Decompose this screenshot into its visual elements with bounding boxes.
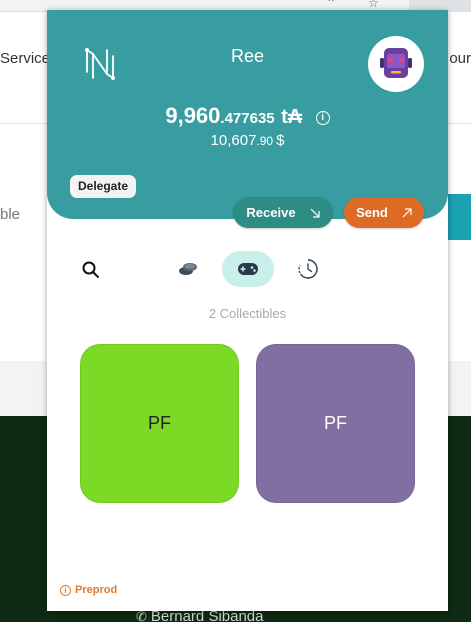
account-avatar[interactable] xyxy=(368,36,424,92)
info-icon[interactable]: i xyxy=(315,111,330,125)
collectible-card[interactable]: PF xyxy=(80,344,239,503)
arrow-down-right-icon xyxy=(310,208,320,218)
site-body-text: ble xyxy=(0,206,21,223)
fiat-currency-symbol: $ xyxy=(276,132,285,149)
balance-currency-symbol: t₳ xyxy=(281,106,303,128)
clock-icon xyxy=(298,259,318,279)
balance-integer: 9,960 xyxy=(165,103,221,128)
wallet-popup: Ree 9,960.477635 t₳ i 10,607.90 $ Delegat… xyxy=(47,10,448,611)
tab-activity[interactable] xyxy=(290,251,326,287)
balance-decimal: .477635 xyxy=(220,110,275,127)
balance-display: 9,960.477635 t₳ i xyxy=(47,103,448,129)
collectible-label: PF xyxy=(147,413,171,433)
bookmark-icon[interactable]: ⌃ xyxy=(326,0,336,10)
send-button[interactable]: Send xyxy=(344,197,424,228)
collectibles-count: 2 Collectibles xyxy=(208,306,287,321)
send-label: Send xyxy=(356,205,388,220)
site-cta-button[interactable] xyxy=(445,194,471,240)
receive-label: Receive xyxy=(246,205,296,220)
nav-link-tour[interactable]: our xyxy=(449,50,471,67)
receive-button[interactable]: Receive xyxy=(233,197,333,228)
collectible-card[interactable]: PF xyxy=(256,344,415,503)
tab-tokens[interactable] xyxy=(170,251,206,287)
wallet-header: Ree 9,960.477635 t₳ i 10,607.90 $ Delegat… xyxy=(47,10,448,219)
tab-collectibles[interactable] xyxy=(222,251,274,287)
nav-link-services[interactable]: Service xyxy=(0,50,50,67)
fiat-balance: 10,607.90 $ xyxy=(47,132,448,150)
coins-icon xyxy=(179,263,197,275)
network-indicator: i Preprod xyxy=(60,584,117,596)
fiat-decimal: .90 xyxy=(256,134,274,148)
gamepad-icon xyxy=(238,263,258,275)
collectible-label: PF xyxy=(323,413,347,433)
info-circle-icon: i xyxy=(60,584,71,596)
delegate-button[interactable]: Delegate xyxy=(70,175,137,198)
search-icon[interactable] xyxy=(81,260,101,280)
network-name: Preprod xyxy=(75,584,118,596)
arrow-up-right-icon xyxy=(402,207,412,217)
fiat-integer: 10,607 xyxy=(210,132,257,149)
star-icon[interactable]: ☆ xyxy=(368,0,379,10)
robot-avatar-icon xyxy=(380,48,412,78)
